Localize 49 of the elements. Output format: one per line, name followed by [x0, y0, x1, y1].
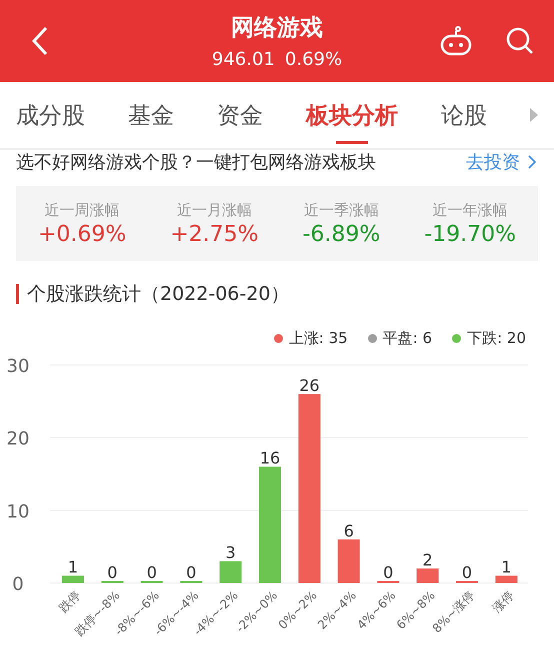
index-price: 946.01	[212, 49, 275, 70]
chevron-right-icon[interactable]	[528, 155, 536, 169]
section-marker	[16, 284, 19, 304]
back-icon[interactable]	[32, 26, 48, 56]
bar	[338, 539, 360, 583]
bar-value: 0	[146, 563, 157, 582]
stat-value: -6.89%	[302, 222, 380, 246]
x-axis-label: 跌停	[56, 588, 84, 616]
stat-value: -19.70%	[424, 222, 516, 246]
y-axis-label: 10	[6, 501, 30, 522]
bar-value: 2	[422, 550, 433, 570]
section-title: 个股涨跌统计（2022-06-20）	[27, 282, 290, 307]
y-axis-label: 0	[12, 574, 24, 595]
bar	[62, 576, 84, 583]
bar-value: 16	[260, 448, 280, 468]
bar-value: 26	[299, 376, 320, 396]
bar-value: 6	[344, 521, 354, 540]
index-change: 0.69%	[284, 49, 342, 70]
bar-value: 0	[462, 563, 472, 582]
tab[interactable]: 基金	[128, 82, 174, 148]
stat-label: 近一季涨幅	[304, 200, 379, 220]
stat-value: +2.75%	[170, 222, 259, 246]
stat-label: 近一月涨幅	[176, 200, 252, 220]
bar-value: 1	[501, 558, 512, 577]
bar-value: 1	[68, 558, 78, 577]
stat-label: 近一周涨幅	[44, 200, 120, 220]
bar	[220, 561, 242, 583]
stat-label: 近一年涨幅	[432, 200, 508, 220]
bar	[495, 576, 518, 583]
tab[interactable]: 论股	[441, 82, 487, 148]
legend-label: 平盘: 6	[382, 329, 432, 348]
bar-value: 3	[226, 543, 236, 562]
bar-value: 0	[383, 563, 394, 582]
y-axis-label: 30	[6, 356, 30, 377]
x-axis-label: 涨停	[490, 588, 517, 616]
legend-label: 上涨: 35	[288, 329, 348, 348]
stat-value: +0.69%	[38, 222, 126, 246]
tab[interactable]: 资金	[217, 82, 263, 148]
robot-icon[interactable]	[440, 26, 472, 56]
bar-value: 0	[186, 563, 196, 582]
legend-label: 下跌: 20	[467, 329, 526, 348]
promo-text: 选不好网络游戏个股？一键打包网络游戏板块	[16, 151, 376, 174]
search-icon[interactable]	[506, 27, 534, 55]
bar-value: 0	[107, 563, 118, 582]
y-axis-label: 20	[6, 428, 30, 450]
tab[interactable]: 板块分析	[306, 82, 398, 148]
tab[interactable]: 成分股	[16, 82, 85, 148]
page-title: 网络游戏	[231, 14, 323, 43]
bar	[416, 568, 439, 583]
